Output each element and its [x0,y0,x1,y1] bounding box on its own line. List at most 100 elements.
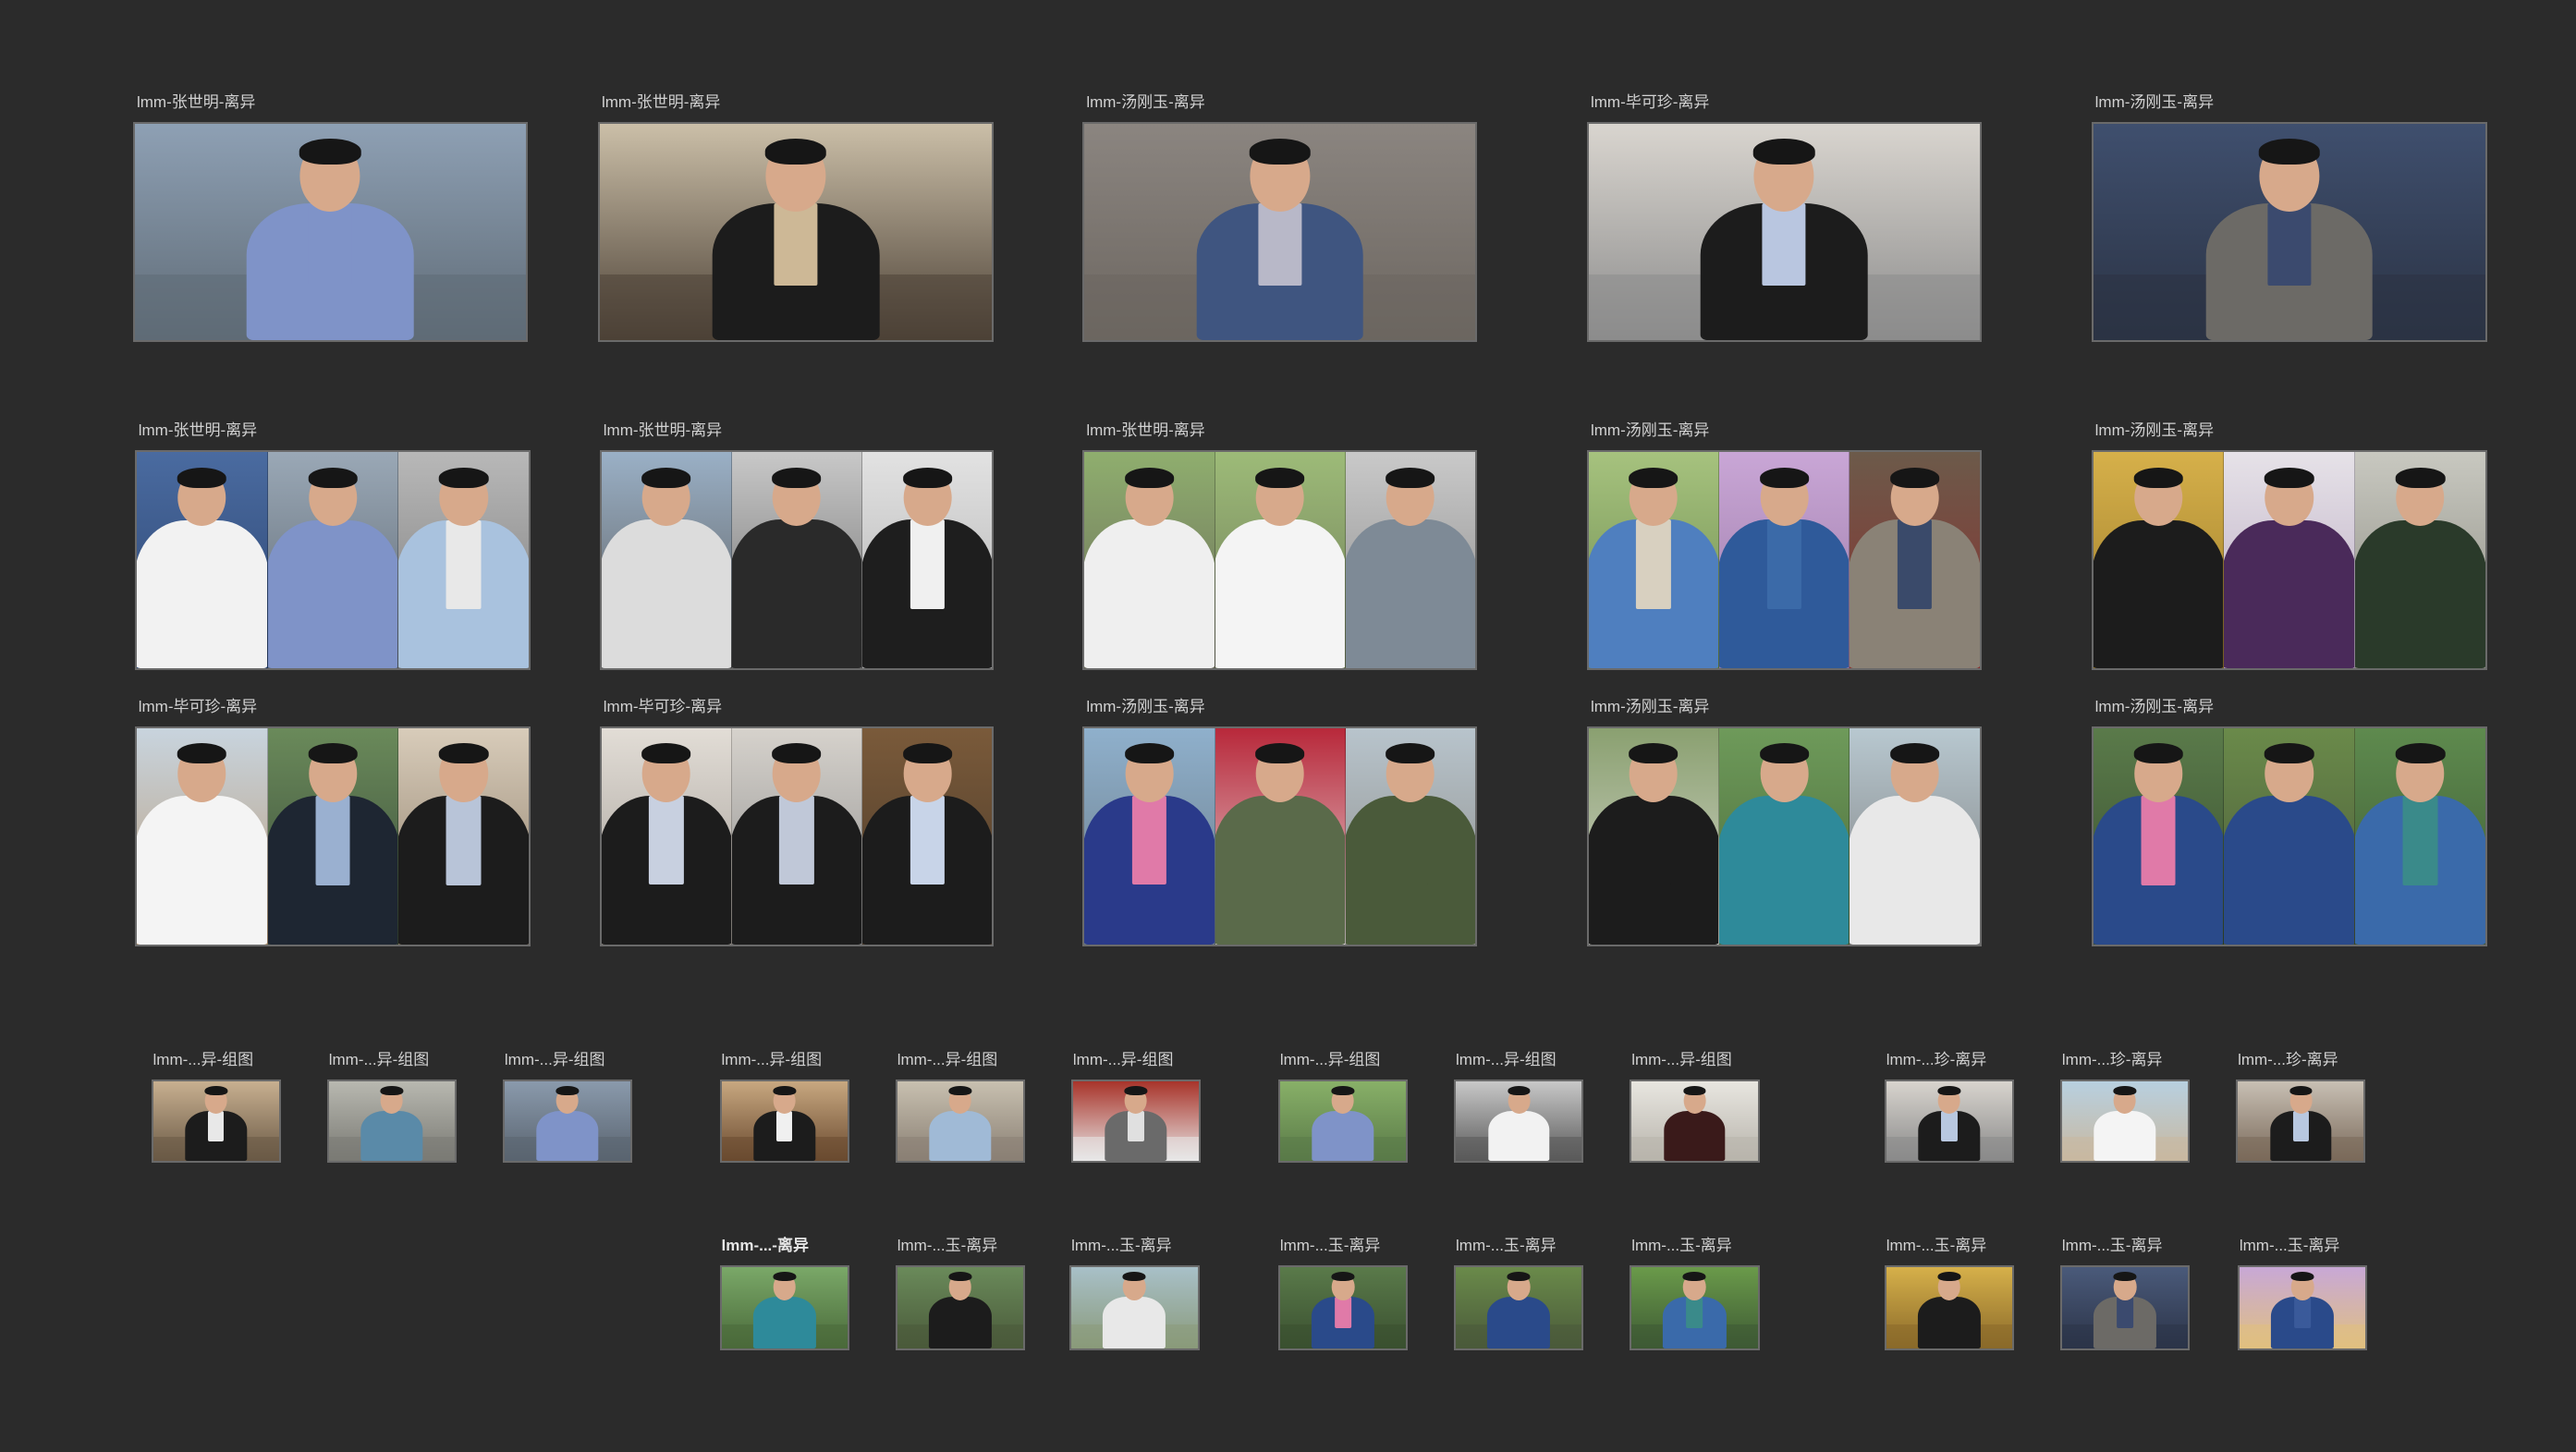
frame-label[interactable]: lmm-张世明-离异 [139,421,257,441]
artboard-frame[interactable]: lmm-...异-组图 [151,1050,281,1164]
frame-label[interactable]: lmm-...异-组图 [1631,1050,1732,1070]
artboard-frame[interactable]: lmm-...异-组图 [502,1050,633,1164]
frame-image-area[interactable] [1884,1264,2015,1351]
frame-image-area[interactable] [326,1079,458,1164]
frame-image-area[interactable] [134,450,531,671]
artboard-frame[interactable]: lmm-...异-组图 [326,1050,458,1164]
artboard-frame[interactable]: lmm-汤刚玉-离异 [2091,92,2487,342]
frame-image-area[interactable] [1586,726,1982,946]
artboard-frame[interactable]: lmm-...玉-离异 [2237,1236,2368,1351]
artboard-frame[interactable]: lmm-...异-组图 [1454,1050,1584,1164]
frame-image-area[interactable] [1082,726,1477,946]
frame-label[interactable]: lmm-张世明-离异 [137,92,255,113]
artboard-frame[interactable]: lmm-汤刚玉-离异 [1586,697,1982,946]
frame-image-area[interactable] [2091,726,2487,946]
frame-label[interactable]: lmm-张世明-离异 [602,92,720,113]
artboard-frame[interactable]: lmm-毕可珍-离异 [1586,92,1982,342]
artboard-frame[interactable]: lmm-张世明-离异 [599,421,995,671]
artboard-frame[interactable]: lmm-...异-组图 [895,1050,1026,1164]
frame-image-area[interactable] [1586,121,1982,342]
frame-image-area[interactable] [1277,1264,1409,1351]
artboard-frame[interactable]: lmm-...珍-离异 [2059,1050,2191,1164]
frame-image-area[interactable] [1884,1079,2015,1164]
artboard-frame[interactable]: lmm-汤刚玉-离异 [2091,697,2487,946]
artboard-frame[interactable]: lmm-...异-组图 [719,1050,849,1164]
frame-label[interactable]: lmm-汤刚玉-离异 [1591,697,1709,717]
frame-label[interactable]: lmm-汤刚玉-离异 [2095,421,2214,441]
frame-image-area[interactable] [597,121,995,342]
frame-label[interactable]: lmm-...玉-离异 [897,1236,998,1256]
artboard-frame[interactable]: lmm-...珍-离异 [1884,1050,2015,1164]
frame-label[interactable]: lmm-汤刚玉-离异 [2095,697,2214,717]
frame-label[interactable]: lmm-...异-组图 [153,1050,254,1070]
artboard-frame[interactable]: lmm-...-离异 [719,1236,849,1351]
artboard-frame[interactable]: lmm-汤刚玉-离异 [1586,421,1982,671]
frame-image-area[interactable] [895,1079,1026,1164]
frame-label[interactable]: lmm-...异-组图 [897,1050,998,1070]
artboard-frame[interactable]: lmm-张世明-离异 [132,92,528,342]
frame-image-area[interactable] [1586,450,1982,671]
frame-label[interactable]: lmm-张世明-离异 [1086,421,1204,441]
artboard-frame[interactable]: lmm-...玉-离异 [2059,1236,2191,1351]
artboard-frame[interactable]: lmm-张世明-离异 [597,92,995,342]
frame-label[interactable]: lmm-汤刚玉-离异 [1591,421,1709,441]
frame-label[interactable]: lmm-...异-组图 [722,1050,823,1070]
artboard-frame[interactable]: lmm-...玉-离异 [1884,1236,2015,1351]
frame-label[interactable]: lmm-...珍-离异 [2062,1050,2163,1070]
artboard-frame[interactable]: lmm-毕可珍-离异 [599,697,995,946]
frame-label[interactable]: lmm-...玉-离异 [1631,1236,1732,1256]
frame-image-area[interactable] [1082,450,1477,671]
frame-label[interactable]: lmm-...珍-离异 [1886,1050,1987,1070]
frame-image-area[interactable] [599,450,995,671]
artboard-frame[interactable]: lmm-汤刚玉-离异 [2091,421,2487,671]
frame-image-area[interactable] [2091,450,2487,671]
frame-label[interactable]: lmm-...玉-离异 [2240,1236,2340,1256]
artboard-frame[interactable]: lmm-...异-组图 [1070,1050,1202,1164]
frame-image-area[interactable] [1454,1079,1584,1164]
artboard-frame[interactable]: lmm-...玉-离异 [1630,1236,1760,1351]
frame-image-area[interactable] [719,1264,849,1351]
frame-image-area[interactable] [151,1079,281,1164]
frame-image-area[interactable] [1630,1264,1760,1351]
frame-image-area[interactable] [132,121,528,342]
artboard-frame[interactable]: lmm-...玉-离异 [1454,1236,1584,1351]
artboard-frame[interactable]: lmm-...珍-离异 [2236,1050,2366,1164]
frame-label[interactable]: lmm-...玉-离异 [2062,1236,2163,1256]
frame-label[interactable]: lmm-...玉-离异 [1280,1236,1381,1256]
frame-label[interactable]: lmm-...玉-离异 [1071,1236,1172,1256]
frame-image-area[interactable] [134,726,531,946]
artboard-frame[interactable]: lmm-毕可珍-离异 [134,697,531,946]
frame-label[interactable]: lmm-张世明-离异 [604,421,722,441]
frame-label[interactable]: lmm-...异-组图 [1280,1050,1381,1070]
frame-label[interactable]: lmm-毕可珍-离异 [139,697,257,717]
frame-image-area[interactable] [2236,1079,2366,1164]
frame-label[interactable]: lmm-...玉-离异 [1456,1236,1557,1256]
frame-label[interactable]: lmm-...-离异 [722,1236,809,1256]
frame-image-area[interactable] [2059,1079,2191,1164]
frame-label[interactable]: lmm-汤刚玉-离异 [1086,92,1204,113]
frame-label[interactable]: lmm-汤刚玉-离异 [1086,697,1204,717]
artboard-frame[interactable]: lmm-...异-组图 [1277,1050,1409,1164]
frame-image-area[interactable] [1082,121,1477,342]
frame-image-area[interactable] [1069,1264,1200,1351]
artboard-frame[interactable]: lmm-张世明-离异 [1082,421,1477,671]
artboard-frame[interactable]: lmm-...玉-离异 [1069,1236,1200,1351]
frame-image-area[interactable] [1277,1079,1409,1164]
frame-image-area[interactable] [1630,1079,1760,1164]
artboard-frame[interactable]: lmm-...异-组图 [1630,1050,1760,1164]
frame-image-area[interactable] [2237,1264,2368,1351]
frame-image-area[interactable] [895,1264,1026,1351]
frame-label[interactable]: lmm-毕可珍-离异 [604,697,722,717]
frame-label[interactable]: lmm-...异-组图 [1073,1050,1174,1070]
frame-image-area[interactable] [599,726,995,946]
frame-image-area[interactable] [1070,1079,1202,1164]
frame-label[interactable]: lmm-毕可珍-离异 [1591,92,1709,113]
frame-label[interactable]: lmm-...异-组图 [329,1050,430,1070]
artboard-frame[interactable]: lmm-...玉-离异 [1277,1236,1409,1351]
frame-image-area[interactable] [502,1079,633,1164]
frame-label[interactable]: lmm-...异-组图 [1456,1050,1557,1070]
artboard-frame[interactable]: lmm-张世明-离异 [134,421,531,671]
frame-label[interactable]: lmm-...珍-离异 [2238,1050,2338,1070]
frame-image-area[interactable] [719,1079,849,1164]
frame-label[interactable]: lmm-汤刚玉-离异 [2095,92,2214,113]
